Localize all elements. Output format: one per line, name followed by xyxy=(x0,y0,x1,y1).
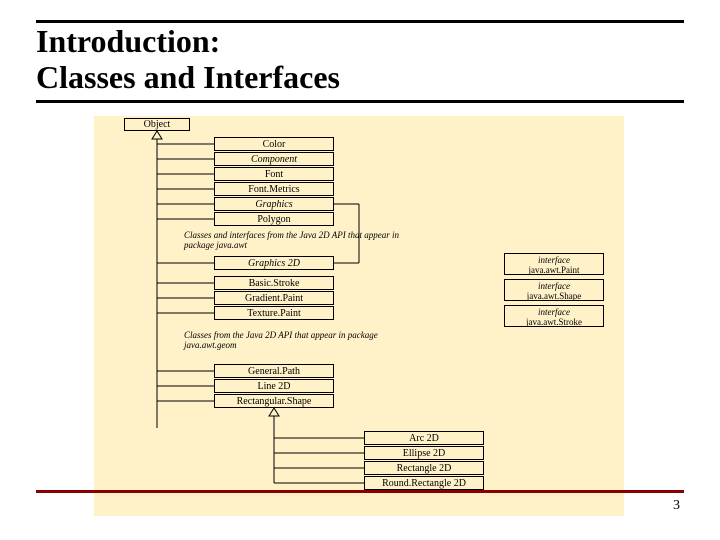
class-graphics2d: Graphics 2D xyxy=(214,256,334,270)
page-number: 3 xyxy=(673,498,680,514)
class-color: Color xyxy=(214,137,334,151)
interface-name: java.awt.Paint xyxy=(529,265,580,275)
class-arc2d: Arc 2D xyxy=(364,431,484,445)
title-line1: Introduction: xyxy=(36,23,220,59)
caption-geom: Classes from the Java 2D API that appear… xyxy=(184,331,404,351)
class-line2d: Line 2D xyxy=(214,379,334,393)
interface-shape: interface java.awt.Shape xyxy=(504,279,604,301)
interface-stroke: interface java.awt.Stroke xyxy=(504,305,604,327)
class-generalpath: General.Path xyxy=(214,364,334,378)
interface-name: java.awt.Stroke xyxy=(526,317,582,327)
class-object: Object xyxy=(124,118,190,131)
title-line2: Classes and Interfaces xyxy=(36,59,340,95)
title-underline xyxy=(36,100,684,103)
caption-awt: Classes and interfaces from the Java 2D … xyxy=(184,231,404,251)
interface-paint: interface java.awt.Paint xyxy=(504,253,604,275)
interface-name: java.awt.Shape xyxy=(527,291,581,301)
class-rectangularshape: Rectangular.Shape xyxy=(214,394,334,408)
class-basicstroke: Basic.Stroke xyxy=(214,276,334,290)
class-fontmetrics: Font.Metrics xyxy=(214,182,334,196)
class-gradientpaint: Gradient.Paint xyxy=(214,291,334,305)
class-polygon: Polygon xyxy=(214,212,334,226)
class-diagram: Object Color Component Font Font.Metrics… xyxy=(94,116,624,516)
bottom-rule xyxy=(36,490,684,493)
class-component: Component xyxy=(214,152,334,166)
class-font: Font xyxy=(214,167,334,181)
class-rectangle2d: Rectangle 2D xyxy=(364,461,484,475)
page-title: Introduction: Classes and Interfaces xyxy=(36,24,340,96)
class-roundrectangle2d: Round.Rectangle 2D xyxy=(364,476,484,490)
class-texturepaint: Texture.Paint xyxy=(214,306,334,320)
class-ellipse2d: Ellipse 2D xyxy=(364,446,484,460)
class-graphics: Graphics xyxy=(214,197,334,211)
